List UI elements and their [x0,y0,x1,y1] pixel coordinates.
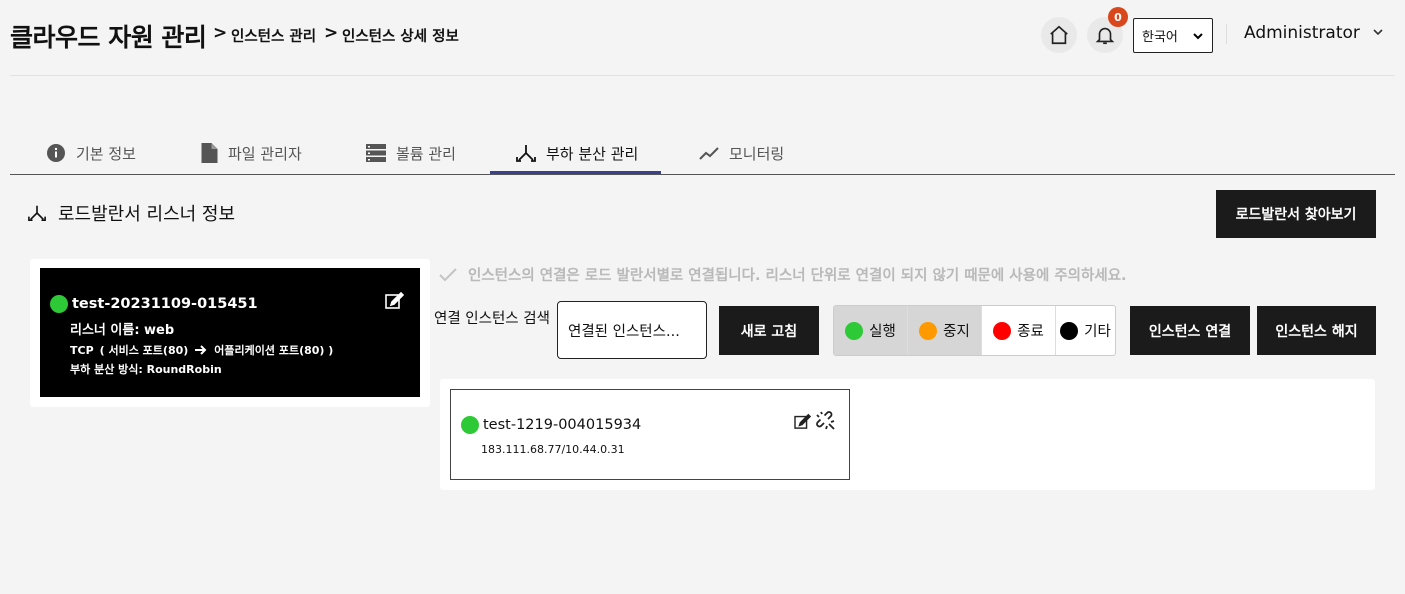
status-stopped-dot [919,321,938,340]
page-title: 클라우드 자원 관리 [10,23,207,52]
breadcrumb-separator: > [324,23,339,43]
filter-stopped[interactable]: 중지 [908,306,982,355]
tab-label: 모니터링 [729,144,785,163]
tab-label: 볼륨 관리 [396,144,456,163]
section-title: 로드발란서 리스너 정보 [28,200,235,226]
status-running-dot [845,321,864,340]
status-other-dot [1060,321,1079,340]
chevron-down-icon[interactable] [1372,26,1384,38]
chart-line-icon [699,147,719,160]
connection-notice: 인스턴스의 연결은 로드 발란서별로 연결됩니다. 리스너 단위로 연결이 되지… [438,264,1127,285]
active-tab-indicator [490,171,661,174]
unlink-icon[interactable] [816,411,836,431]
chevron-down-icon [1193,32,1203,39]
home-icon [1050,25,1068,45]
edit-icon[interactable] [794,413,812,429]
tab-label: 기본 정보 [76,144,136,163]
app-port: 어플리케이션 포트(80) ) [214,344,334,357]
filter-label: 실행 [869,324,896,340]
balancing-method: 부하 분산 방식: RoundRobin [70,363,222,376]
info-icon [47,144,65,162]
filter-other[interactable]: 기타 [1056,306,1115,355]
tabs-baseline [10,174,1395,175]
instance-name: test-1219-004015934 [483,417,642,433]
bell-icon [1095,27,1115,45]
language-select[interactable]: 한국어 [1133,18,1213,53]
notification-badge: 0 [1108,7,1128,27]
listener-card[interactable]: test-20231109-015451 리스너 이름: web TCP ( 서… [40,268,420,397]
breadcrumb-instance-management[interactable]: 인스턴스 관리 [231,25,316,46]
notice-text: 인스턴스의 연결은 로드 발란서별로 연결됩니다. 리스너 단위로 연결이 되지… [468,268,1127,284]
header-bottom-divider [10,75,1395,76]
filter-running[interactable]: 실행 [834,306,908,355]
header-divider [1226,24,1227,44]
status-running-dot [461,416,479,434]
tab-label: 파일 관리자 [228,144,302,163]
filter-label: 종료 [1017,324,1044,340]
home-button[interactable] [1041,17,1077,53]
tab-volume-management[interactable]: 볼륨 관리 [366,132,456,174]
section-title-text: 로드발란서 리스너 정보 [58,204,236,225]
check-icon [439,267,457,281]
tab-load-balancing[interactable]: 부하 분산 관리 [516,132,638,174]
service-port: ( 서비스 포트(80) [99,344,189,357]
load-balancer-icon [516,145,536,162]
tab-file-manager[interactable]: 파일 관리자 [201,132,302,174]
filter-terminated[interactable]: 종료 [982,306,1056,355]
breadcrumb-instance-detail: 인스턴스 상세 정보 [342,29,459,45]
protocol: TCP [70,343,94,357]
tab-label: 부하 분산 관리 [546,144,639,163]
instance-ip: 183.111.68.77/10.44.0.31 [481,443,625,456]
search-label: 연결 인스턴스 검색 [434,311,550,327]
refresh-button[interactable]: 새로 고침 [719,306,819,355]
file-icon [201,143,218,163]
tab-basic-info[interactable]: 기본 정보 [46,132,136,174]
arrow-right-icon [195,345,207,355]
instance-card[interactable]: test-1219-004015934 183.111.68.77/10.44.… [450,389,850,480]
listener-name: test-20231109-015451 [72,296,258,312]
filter-label: 기타 [1084,324,1111,340]
connect-instance-button[interactable]: 인스턴스 연결 [1130,306,1250,355]
storage-icon [366,144,386,162]
load-balancer-icon [28,205,46,222]
status-filter: 실행 중지 종료 기타 [833,305,1116,356]
language-value: 한국어 [1142,30,1178,45]
tab-monitoring[interactable]: 모니터링 [699,132,784,174]
instance-search-input[interactable]: 연결된 인스턴스... [557,301,707,359]
status-running-dot [50,295,68,313]
listener-label: 리스너 이름: web [70,323,175,338]
breadcrumb-separator: > [213,23,228,43]
user-menu[interactable]: Administrator [1244,23,1360,43]
listener-ports: TCP ( 서비스 포트(80) 어플리케이션 포트(80) ) [70,342,333,358]
edit-icon[interactable] [385,291,405,309]
disconnect-instance-button[interactable]: 인스턴스 해지 [1257,306,1376,355]
browse-load-balancer-button[interactable]: 로드발란서 찾아보기 [1216,190,1376,238]
filter-label: 중지 [943,324,970,340]
status-terminated-dot [993,321,1012,340]
